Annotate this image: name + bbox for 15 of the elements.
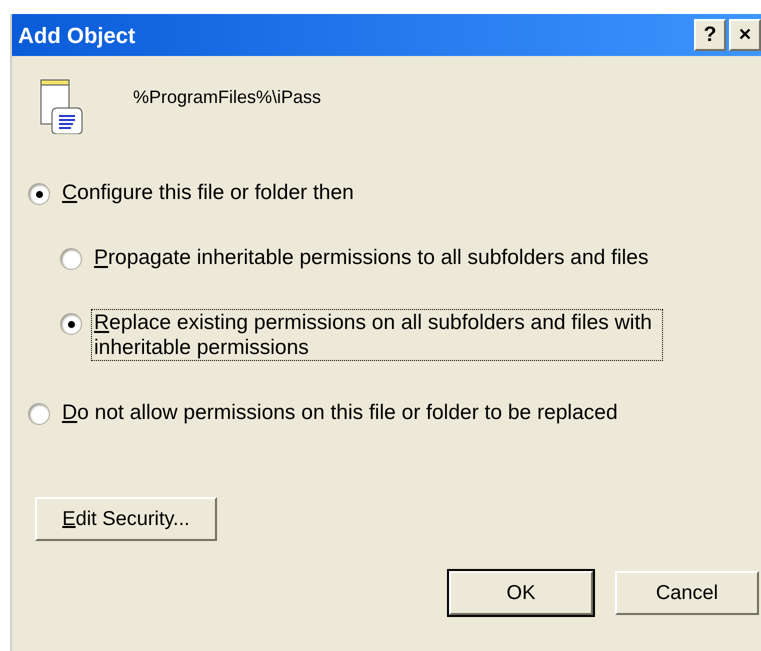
radio-button[interactable] [28, 183, 50, 205]
close-button[interactable]: × [729, 19, 761, 51]
edit-security-button[interactable]: Edit Security... [35, 497, 217, 541]
help-button[interactable]: ? [694, 19, 726, 51]
radio-button[interactable] [60, 248, 82, 270]
option-label[interactable]: Propagate inheritable permissions to all subfolders and files [92, 245, 650, 270]
dialog-button[interactable]: OK [449, 571, 593, 615]
dialog-button[interactable]: Cancel [615, 571, 759, 615]
option-label[interactable]: Configure this file or folder then [60, 180, 356, 205]
option-label[interactable]: Replace existing permissions on all subfolders and files with inheritable permissions [92, 310, 662, 360]
radio-button[interactable] [28, 403, 50, 425]
object-path: %ProgramFiles%\iPass [133, 86, 322, 109]
window-title: Add Object [18, 22, 136, 50]
radio-button[interactable] [60, 313, 82, 335]
option-label[interactable]: Do not allow permissions on this file or folder to be replaced [60, 400, 620, 425]
